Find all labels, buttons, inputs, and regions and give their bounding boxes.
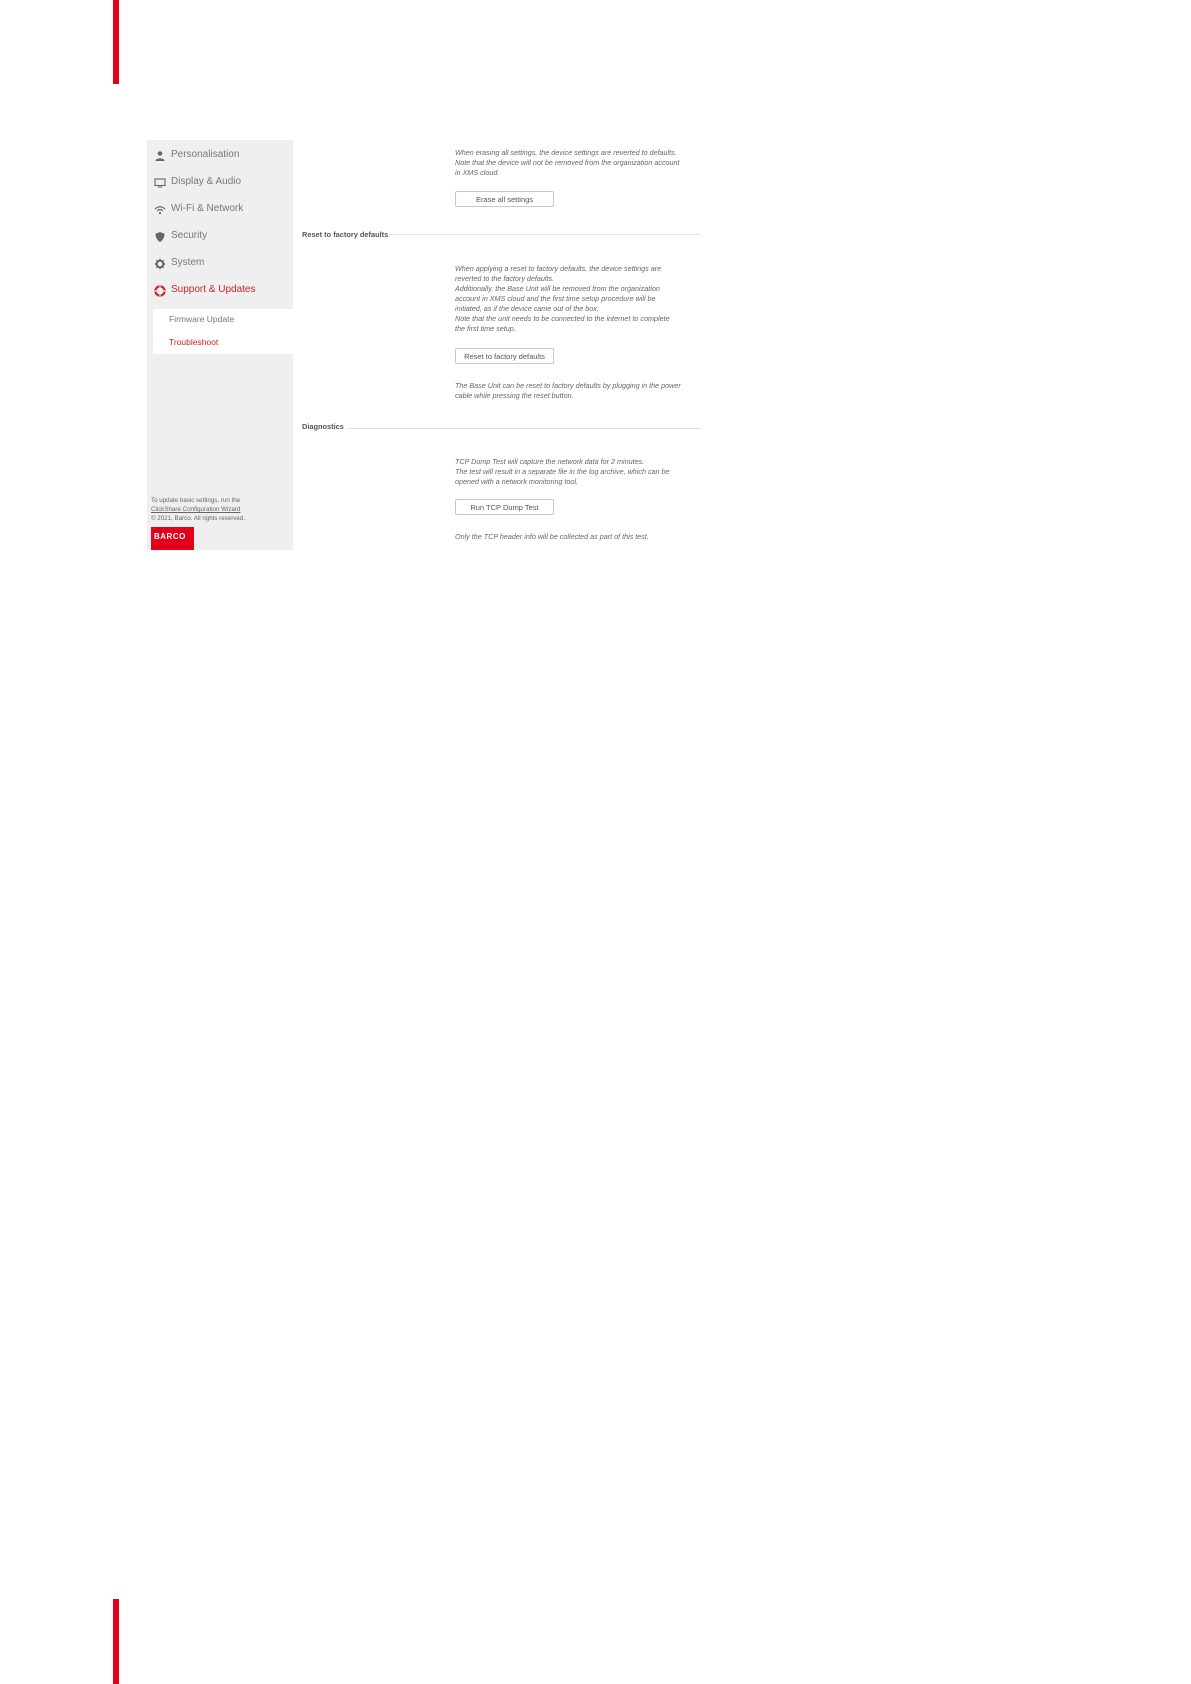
reset-note-line-1: The Base Unit can be reset to factory de…: [455, 381, 681, 390]
run-tcp-dump-test-button[interactable]: Run TCP Dump Test: [455, 499, 554, 515]
reset-line: reverted to the factory defaults.: [455, 274, 555, 283]
sidebar-item-label: Display & Audio: [171, 176, 242, 187]
barco-logo: BARCO: [151, 527, 194, 550]
subnav-item-troubleshoot[interactable]: Troubleshoot: [169, 337, 218, 347]
reset-section-title: Reset to factory defaults: [302, 230, 389, 239]
gear-icon: [154, 258, 166, 270]
section-divider: [389, 234, 701, 235]
monitor-icon: [154, 177, 166, 189]
diagnostics-line-1: TCP Dump Test will capture the network d…: [455, 457, 645, 466]
configuration-wizard-link[interactable]: ClickShare Configuration Wizard: [151, 505, 291, 514]
settings-screenshot: Personalisation Display & Audio Wi-Fi & …: [147, 140, 703, 550]
shield-icon: [154, 231, 166, 243]
reset-note-line-2: cable while pressing the reset button.: [455, 391, 574, 400]
diagnostics-line-3: opened with a network monitoring tool.: [455, 477, 579, 486]
diagnostics-description: TCP Dump Test will capture the network d…: [455, 457, 701, 487]
erase-description: When erasing all settings, the device se…: [455, 148, 701, 178]
diagnostics-note: Only the TCP header info will be collect…: [455, 532, 649, 541]
sidebar-item-label: Wi-Fi & Network: [171, 203, 244, 214]
reset-line: Additionally, the Base Unit will be remo…: [455, 284, 660, 293]
sidebar-footer: To update basic settings, run the ClickS…: [151, 496, 291, 523]
erase-line-2: Note that the device will not be removed…: [455, 158, 680, 167]
logo-text: BARCO: [154, 532, 186, 541]
copyright-text: © 2021, Barco. All rights reserved.: [151, 515, 245, 522]
page-accent-bar-top: [113, 0, 119, 84]
sidebar-item-label: System: [171, 257, 205, 268]
sidebar-item-system[interactable]: System: [147, 252, 293, 276]
reset-line: When applying a reset to factory default…: [455, 264, 662, 273]
subnav-item-firmware-update[interactable]: Firmware Update: [169, 314, 234, 324]
person-icon: [154, 150, 166, 162]
reset-note: The Base Unit can be reset to factory de…: [455, 381, 701, 401]
erase-all-settings-button[interactable]: Erase all settings: [455, 191, 554, 207]
wifi-icon: [154, 204, 166, 216]
reset-line: Note that the unit needs to be connected…: [455, 314, 670, 323]
section-divider: [348, 428, 701, 429]
subnav: Firmware Update Troubleshoot: [153, 309, 293, 354]
sidebar-item-label: Personalisation: [171, 149, 240, 160]
reset-line: initiated, as if the device came out of …: [455, 304, 599, 313]
reset-line: account in XMS cloud and the first time …: [455, 294, 656, 303]
main-content: When erasing all settings, the device se…: [293, 140, 703, 550]
diagnostics-line-2: The test will result in a separate file …: [455, 467, 670, 476]
sidebar-item-wifi-network[interactable]: Wi-Fi & Network: [147, 198, 293, 222]
page-accent-bar-bottom: [113, 1599, 119, 1684]
sidebar-item-label: Support & Updates: [171, 284, 256, 295]
sidebar-item-security[interactable]: Security: [147, 225, 293, 249]
lifebuoy-icon: [154, 285, 166, 297]
reset-line: the first time setup.: [455, 324, 516, 333]
sidebar-item-support-updates[interactable]: Support & Updates: [147, 279, 293, 303]
reset-description: When applying a reset to factory default…: [455, 264, 701, 334]
footer-text: To update basic settings, run the: [151, 497, 241, 504]
sidebar-item-label: Security: [171, 230, 208, 241]
erase-line-3: in XMS cloud.: [455, 168, 500, 177]
erase-line-1: When erasing all settings, the device se…: [455, 148, 677, 157]
sidebar-item-personalisation[interactable]: Personalisation: [147, 144, 293, 168]
reset-factory-defaults-button[interactable]: Reset to factory defaults: [455, 348, 554, 364]
sidebar-item-display-audio[interactable]: Display & Audio: [147, 171, 293, 195]
sidebar: Personalisation Display & Audio Wi-Fi & …: [147, 140, 293, 550]
diagnostics-section-title: Diagnostics: [302, 422, 344, 431]
